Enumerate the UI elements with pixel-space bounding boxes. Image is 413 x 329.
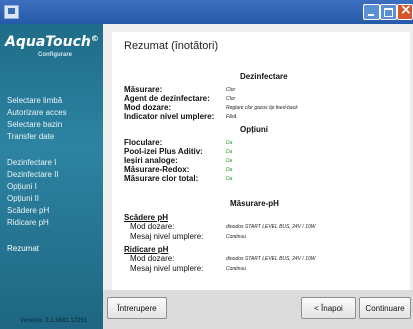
logo-subtitle: Configurare xyxy=(38,52,73,58)
version-label: Version: 2.3.5881.17251 xyxy=(20,318,88,324)
row-value: Fără xyxy=(226,114,237,120)
content-area: Rezumat (înotători) Dezinfectare Măsurar… xyxy=(103,24,413,290)
next-button[interactable]: Continuare xyxy=(359,297,411,319)
subsection-heading-scadere-ph: Scădere pH xyxy=(124,213,169,222)
sidebar-item-selectare-bazin[interactable]: Selectare bazin xyxy=(7,120,62,129)
row-value: dinodos START LEVEL BUS, 24V / 10W xyxy=(226,256,316,262)
row-label: Măsurare-Redox: xyxy=(124,165,190,174)
row-label: Pool-izei Plus Aditiv: xyxy=(124,147,203,156)
row-value: Clor xyxy=(226,87,236,93)
row-label: Mod dozare: xyxy=(130,222,175,231)
row-label: Agent de dezinfectare: xyxy=(124,94,210,103)
row-label: Floculare: xyxy=(124,138,163,147)
sidebar-item-rezumat[interactable]: Rezumat xyxy=(7,244,39,253)
sidebar-item-optiuni-1[interactable]: Opțiuni I xyxy=(7,182,37,191)
row-value: Da xyxy=(226,149,233,155)
section-heading-dezinfectare: Dezinfectare xyxy=(240,72,288,81)
section-heading-optiuni: Opțiuni xyxy=(240,125,268,134)
row-value: Da xyxy=(226,140,233,146)
sidebar: AquaTouch© Configurare Selectare limbă A… xyxy=(0,24,103,329)
row-label: Mod dozare: xyxy=(130,254,175,263)
row-label: Măsurare clor total: xyxy=(124,174,199,183)
minimize-button[interactable] xyxy=(363,4,380,20)
sidebar-item-dezinfectare-2[interactable]: Dezinfectare II xyxy=(7,170,59,179)
close-button[interactable] xyxy=(397,2,413,20)
row-label: Mod dozare: xyxy=(124,103,172,112)
app-logo: AquaTouch© xyxy=(5,34,99,50)
title-bar xyxy=(0,0,413,24)
row-value: Da xyxy=(226,176,233,182)
sidebar-item-dezinfectare-1[interactable]: Dezinfectare I xyxy=(7,158,56,167)
row-label: Măsurare: xyxy=(124,85,163,94)
row-value: Continuu xyxy=(226,266,247,272)
app-icon xyxy=(4,5,19,19)
footer-bar: Întrerupere < Înapoi Continuare xyxy=(103,290,413,329)
sidebar-item-scadere-ph[interactable]: Scădere pH xyxy=(7,206,49,215)
subsection-heading-ridicare-ph: Ridicare pH xyxy=(124,245,169,254)
summary-panel[interactable]: Rezumat (înotători) Dezinfectare Măsurar… xyxy=(112,32,410,290)
row-value: Reglare clor gazos tip feed-back xyxy=(226,105,298,111)
row-value: Clor xyxy=(226,96,236,102)
section-heading-masurare-ph: Măsurare-pH xyxy=(230,199,279,208)
row-label: Ieșiri analoge: xyxy=(124,156,178,165)
cancel-button[interactable]: Întrerupere xyxy=(107,297,167,319)
sidebar-item-optiuni-2[interactable]: Opțiuni II xyxy=(7,194,39,203)
row-value: Da xyxy=(226,158,233,164)
row-value: Da xyxy=(226,167,233,173)
back-button[interactable]: < Înapoi xyxy=(301,297,356,319)
sidebar-item-autorizare-acces[interactable]: Autorizare acces xyxy=(7,108,67,117)
row-label: Mesaj nivel umplere: xyxy=(130,232,204,241)
sidebar-item-selectare-limba[interactable]: Selectare limbă xyxy=(7,96,62,105)
page-title: Rezumat (înotători) xyxy=(124,40,219,52)
sidebar-item-ridicare-ph[interactable]: Ridicare pH xyxy=(7,218,49,227)
maximize-button[interactable] xyxy=(380,4,397,20)
row-label: Indicator nivel umplere: xyxy=(124,112,215,121)
row-label: Mesaj nivel umplere: xyxy=(130,264,204,273)
row-value: dinodos START LEVEL BUS, 24V / 10W xyxy=(226,224,316,230)
row-value: Continuu xyxy=(226,234,247,240)
sidebar-item-transfer-date[interactable]: Transfer date xyxy=(7,132,54,141)
